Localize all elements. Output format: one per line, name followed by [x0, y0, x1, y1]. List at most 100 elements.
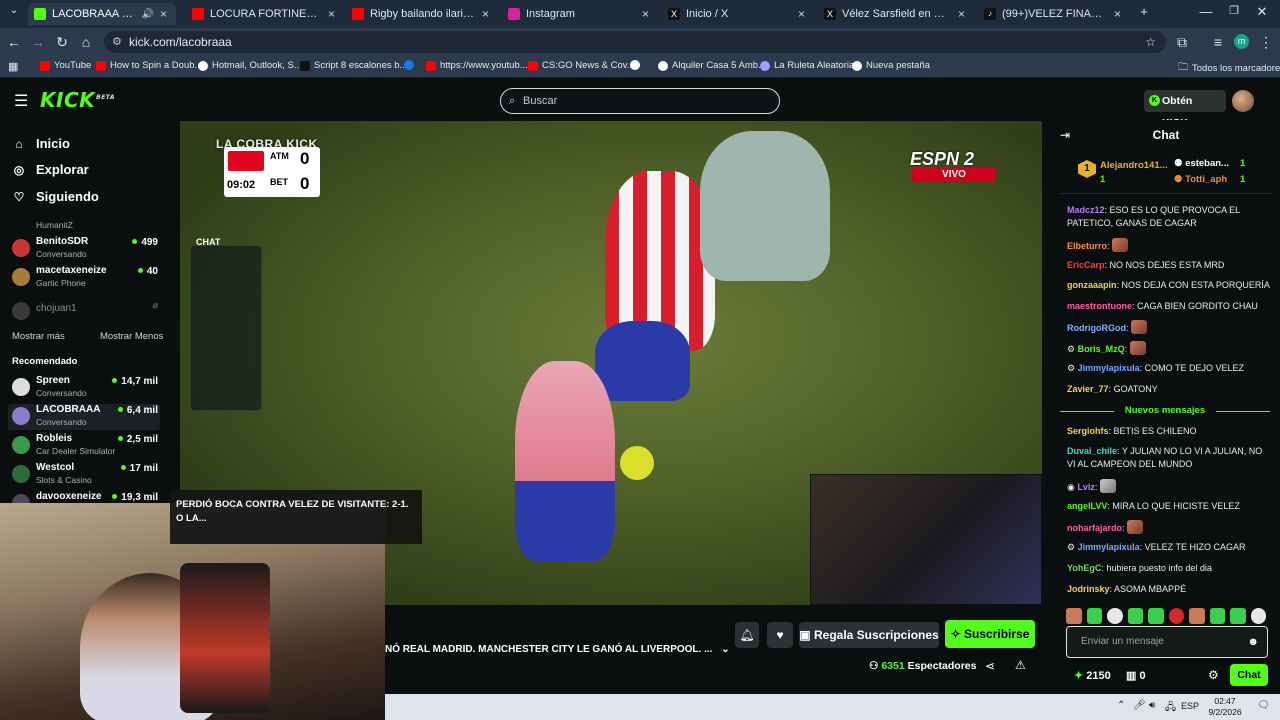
- close-tab-icon[interactable]: ×: [642, 7, 652, 21]
- emote-icon[interactable]: [1189, 608, 1205, 624]
- show-less-link[interactable]: Mostrar Menos: [100, 331, 163, 342]
- forward-icon[interactable]: →: [30, 34, 46, 50]
- new-messages-divider[interactable]: Nuevos mensajes: [1060, 405, 1270, 416]
- leaderboard-entry: ⚉ Totti_aph: [1174, 174, 1228, 185]
- system-clock[interactable]: 02:47 9/2/2026: [1197, 696, 1253, 718]
- browser-menu-icon[interactable]: ⋮: [1258, 34, 1274, 51]
- bookmark-globe[interactable]: [630, 60, 640, 70]
- recommended-channel-active[interactable]: LACOBRAAA Conversando 6,4 mil: [8, 404, 160, 430]
- recommended-channel[interactable]: Spreen Conversando 14,7 mil: [8, 375, 160, 401]
- bookmark-spin[interactable]: How to Spin a Doub...: [96, 60, 202, 71]
- bookmark-ruleta[interactable]: La Ruleta Aleatoria: [760, 60, 854, 71]
- bookmark-facebook[interactable]: [404, 60, 414, 70]
- emote-icon[interactable]: [1230, 608, 1246, 624]
- emote-icon[interactable]: [1250, 608, 1266, 624]
- bookmark-hotmail[interactable]: Hotmail, Outlook, S...: [198, 60, 302, 71]
- subscribe-button[interactable]: ✧ Suscribirse: [945, 620, 1035, 648]
- tab-rigby[interactable]: Rigby bailando ilarie, ilari larie ×: [346, 3, 498, 25]
- share-icon[interactable]: ⋖: [985, 659, 995, 673]
- emote-icon[interactable]: [1209, 608, 1225, 624]
- tab-search-icon[interactable]: ⌄: [6, 5, 22, 16]
- chat-message-input[interactable]: Enviar un mensaje ☻: [1066, 626, 1268, 658]
- network-icon[interactable]: 🖧: [1165, 700, 1176, 717]
- bookmark-alquiler[interactable]: Alquiler Casa 5 Amb...: [658, 60, 766, 71]
- follow-heart-button[interactable]: ♥: [767, 622, 793, 648]
- notification-bell-button[interactable]: 🔔︎: [735, 622, 759, 648]
- kick-logo[interactable]: KICKBETA: [40, 88, 115, 112]
- get-kicks-button[interactable]: K Obtén KICKs: [1144, 90, 1226, 129]
- report-icon[interactable]: ⚠: [1015, 658, 1026, 672]
- home-browser-icon[interactable]: ⌂: [78, 34, 94, 50]
- chevron-down-icon[interactable]: ⌄: [721, 644, 729, 655]
- close-window-icon[interactable]: ✕: [1252, 4, 1272, 20]
- reading-list-icon[interactable]: ≡: [1210, 34, 1226, 50]
- close-tab-icon[interactable]: ×: [798, 7, 808, 21]
- show-more-link[interactable]: Mostrar más: [12, 331, 65, 342]
- bookmark-nueva-pestana[interactable]: Nueva pestaña: [852, 60, 930, 71]
- followed-channel[interactable]: macetaxeneize Gartic Phone 40: [8, 265, 160, 291]
- tab-velez-finalista[interactable]: ♪ (99+)VELEZ FINALISTA VAMOO ×: [978, 3, 1130, 25]
- close-tab-icon[interactable]: ×: [328, 7, 338, 21]
- emote-icon[interactable]: [1168, 608, 1184, 624]
- recommended-channel[interactable]: Robleis Car Dealer Simulator 2,5 mil: [8, 433, 160, 459]
- tab-lacobraaa[interactable]: LACOBRAAA Stream - Watc 🔊 ×: [28, 3, 176, 25]
- tab-instagram[interactable]: Instagram ×: [502, 3, 658, 25]
- emoji-picker-icon[interactable]: ☻: [1247, 627, 1259, 657]
- extensions-icon[interactable]: ⧉: [1174, 34, 1190, 51]
- tray-chevron-icon[interactable]: ⌃: [1117, 700, 1125, 711]
- bookmark-star-icon[interactable]: ☆: [1145, 31, 1156, 53]
- followed-channel-offline[interactable]: chojuan1 ⌀: [8, 299, 160, 325]
- close-tab-icon[interactable]: ×: [160, 7, 170, 21]
- close-tab-icon[interactable]: ×: [1114, 7, 1124, 21]
- nav-inicio[interactable]: ⌂ Inicio: [12, 136, 70, 151]
- restore-icon[interactable]: ❐: [1224, 4, 1244, 17]
- bookmark-youtube-url[interactable]: https://www.youtub...: [426, 60, 528, 71]
- bookmark-csgo[interactable]: CS:GO News & Cov...: [528, 60, 635, 71]
- search-input[interactable]: ⌕ Buscar: [500, 88, 780, 114]
- back-icon[interactable]: ←: [6, 34, 22, 50]
- new-tab-button[interactable]: +: [1134, 4, 1154, 19]
- gift-subs-button[interactable]: ▣ Regala Suscripciones: [799, 622, 939, 648]
- apps-icon[interactable]: ▦: [8, 60, 18, 73]
- script-icon: [300, 60, 310, 71]
- youtube-favicon-icon: [352, 8, 364, 20]
- volume-icon[interactable]: 🔊︎: [1149, 700, 1155, 711]
- kicks-balance[interactable]: ✦ 2150: [1074, 669, 1111, 682]
- stream-title: NÓ REAL MADRID. MANCHESTER CITY LE GANÓ …: [385, 644, 730, 655]
- bookmark-youtube[interactable]: YouTube: [40, 60, 91, 71]
- emote-icon[interactable]: [1107, 608, 1123, 624]
- url-field[interactable]: ⚙ kick.com/lacobraaa ☆: [104, 31, 1166, 53]
- all-bookmarks-folder[interactable]: 🗀 Todos los marcadores: [1178, 60, 1280, 77]
- close-tab-icon[interactable]: ×: [958, 7, 968, 21]
- tab-inicio-x[interactable]: X Inicio / X ×: [662, 3, 814, 25]
- close-tab-icon[interactable]: ×: [482, 7, 492, 21]
- profile-icon[interactable]: m: [1234, 34, 1249, 49]
- nav-explorar[interactable]: ◎ Explorar: [12, 162, 89, 177]
- emote-icon[interactable]: [1066, 608, 1082, 624]
- speaker-icon[interactable]: 🔊: [142, 9, 154, 20]
- user-avatar[interactable]: [1232, 90, 1254, 112]
- followed-channel[interactable]: BenitoSDR Conversando 499: [8, 236, 160, 262]
- reload-icon[interactable]: ↻: [54, 34, 70, 51]
- tab-locura-fortinera[interactable]: LOCURA FORTINERA | VÉLEZ 2 ×: [186, 3, 344, 25]
- emote-icon: [1129, 341, 1146, 355]
- hamburger-menu-icon[interactable]: ☰: [14, 91, 28, 111]
- emote-icon[interactable]: [1086, 608, 1102, 624]
- bookmark-script[interactable]: Script 8 escalones b...: [300, 60, 407, 71]
- microphone-icon[interactable]: 🎤︎: [1133, 700, 1146, 711]
- notifications-icon[interactable]: 🗨: [1257, 700, 1270, 711]
- site-info-icon[interactable]: ⚙: [112, 31, 122, 53]
- emote-icon[interactable]: [1127, 608, 1143, 624]
- recommended-channel[interactable]: Westcol Slots & Casino 17 mil: [8, 462, 160, 488]
- chat-settings-icon[interactable]: ⚙: [1208, 668, 1219, 682]
- gift-box-count[interactable]: ▥ 0: [1126, 669, 1146, 682]
- tab-velez-x[interactable]: X Vélez Sarsfield en X: "Guille y la ×: [818, 3, 974, 25]
- minimize-icon[interactable]: —: [1196, 4, 1216, 19]
- chat-message: ◉ Lviz:: [1067, 479, 1273, 494]
- send-chat-button[interactable]: Chat: [1230, 664, 1268, 686]
- address-bar-row: ← → ↻ ⌂ ⚙ kick.com/lacobraaa ☆ ⧉ ≡ m ⋮: [0, 28, 1280, 56]
- nav-siguiendo[interactable]: ♡ Siguiendo: [12, 189, 99, 204]
- followed-channel[interactable]: HumanitZ: [8, 218, 160, 232]
- emote-icon[interactable]: [1148, 608, 1164, 624]
- heart-icon: ♥: [776, 628, 784, 642]
